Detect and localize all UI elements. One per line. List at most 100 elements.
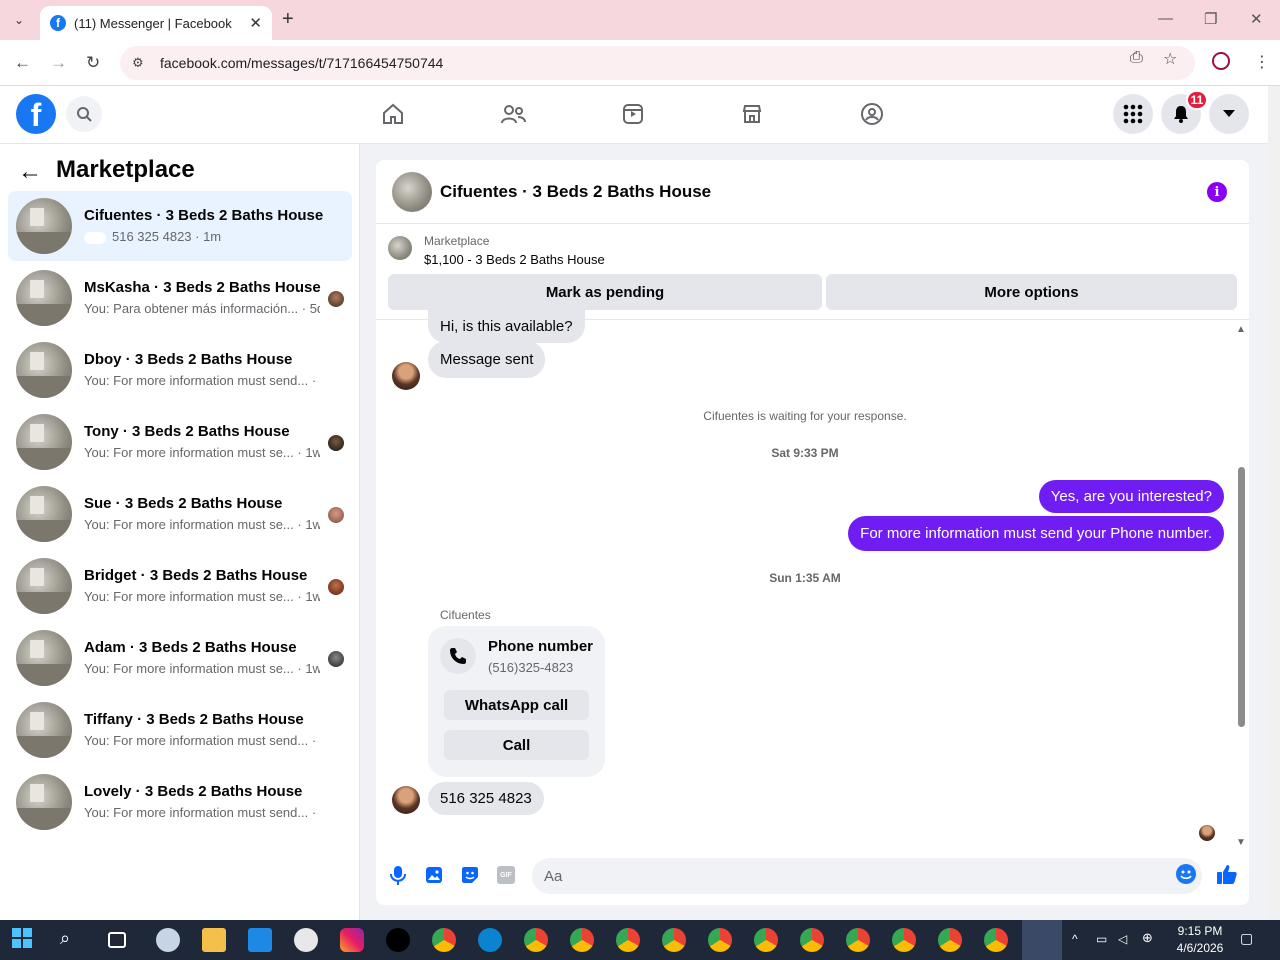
chat-listing-thumbnail[interactable]: [392, 172, 432, 212]
microphone-icon[interactable]: [387, 864, 409, 886]
site-info-icon[interactable]: ⚙: [132, 55, 150, 71]
back-arrow-icon[interactable]: ←: [18, 158, 42, 186]
listing-thumbnail: [16, 558, 72, 614]
mark-as-pending-button[interactable]: Mark as pending: [388, 274, 822, 310]
groups-icon[interactable]: [858, 100, 886, 128]
whatsapp-call-button[interactable]: WhatsApp call: [444, 690, 589, 720]
conversation-item[interactable]: Adam · 3 Beds 2 Baths House You: For mor…: [8, 623, 352, 693]
contact-avatar[interactable]: [392, 786, 420, 814]
taskbar-clock[interactable]: 9:15 PM 4/6/2026: [1166, 923, 1234, 957]
network-icon[interactable]: ▭: [1096, 932, 1120, 956]
call-button[interactable]: Call: [444, 730, 589, 760]
conversation-item[interactable]: MsKasha · 3 Beds 2 Baths House You: Para…: [8, 263, 352, 333]
chrome-icon[interactable]: [892, 928, 916, 952]
conversation-preview: You: For more information must send... ·…: [84, 373, 320, 388]
chrome-icon[interactable]: [754, 928, 778, 952]
more-options-button[interactable]: More options: [826, 274, 1237, 310]
emoji-icon[interactable]: [1176, 864, 1196, 884]
photo-icon[interactable]: [423, 864, 445, 886]
conversation-preview: You: Para obtener más información... · 5…: [84, 301, 320, 316]
info-icon[interactable]: i: [1207, 182, 1227, 202]
incoming-message: Message sent: [428, 341, 546, 378]
bookmark-star-icon[interactable]: ☆: [1163, 49, 1177, 69]
chrome-icon[interactable]: [616, 928, 640, 952]
chrome-icon[interactable]: [662, 928, 686, 952]
forward-icon[interactable]: →: [50, 53, 67, 73]
scroll-down-icon[interactable]: ▼: [1236, 837, 1246, 848]
active-app-icon[interactable]: [1022, 920, 1062, 960]
scroll-up-icon[interactable]: ▲: [1236, 324, 1246, 335]
tiktok-icon[interactable]: [386, 928, 410, 952]
like-thumbs-up-icon[interactable]: [1215, 862, 1239, 886]
conversation-item[interactable]: Tony · 3 Beds 2 Baths House You: For mor…: [8, 407, 352, 477]
listing-title[interactable]: $1,100 - 3 Beds 2 Baths House: [424, 252, 605, 267]
file-explorer-icon[interactable]: [202, 928, 226, 952]
volume-icon[interactable]: ◁: [1118, 932, 1142, 956]
chrome-icon[interactable]: [938, 928, 962, 952]
video-icon[interactable]: [619, 100, 647, 128]
edge-icon[interactable]: [478, 928, 502, 952]
conversation-item[interactable]: Lovely · 3 Beds 2 Baths House You: For m…: [8, 767, 352, 837]
page-scrollbar[interactable]: [1268, 86, 1280, 920]
app-icon[interactable]: [156, 928, 180, 952]
chrome-icon[interactable]: [984, 928, 1008, 952]
close-window-icon[interactable]: ✕: [1250, 10, 1263, 28]
conversation-item[interactable]: Bridget · 3 Beds 2 Baths House You: For …: [8, 551, 352, 621]
start-icon[interactable]: [12, 928, 36, 952]
message-input[interactable]: Aa: [532, 858, 1202, 894]
windows-taskbar: ⌕ ^ ▭ ◁ ⊕ 9:15 PM 4/6/2026 ▢: [0, 920, 1280, 960]
chrome-icon[interactable]: [432, 928, 456, 952]
sticker-icon[interactable]: [459, 864, 481, 886]
chrome-icon[interactable]: [570, 928, 594, 952]
chrome-icon[interactable]: [524, 928, 548, 952]
search-icon[interactable]: ⌕: [60, 928, 84, 952]
browser-menu-icon[interactable]: ⋮: [1254, 52, 1270, 72]
facebook-logo-icon[interactable]: f: [16, 94, 56, 134]
menu-grid-icon[interactable]: [1113, 94, 1153, 134]
gif-icon[interactable]: GIF: [495, 864, 517, 886]
address-bar[interactable]: ⚙ facebook.com/messages/t/71716645475074…: [120, 46, 1195, 80]
back-icon[interactable]: ←: [14, 53, 31, 73]
new-tab-icon[interactable]: +: [282, 8, 294, 31]
conversation-item[interactable]: Sue · 3 Beds 2 Baths House You: For more…: [8, 479, 352, 549]
conversation-name: Bridget · 3 Beds 2 Baths House: [84, 567, 308, 584]
friends-icon[interactable]: [499, 100, 527, 128]
store-icon[interactable]: [248, 928, 272, 952]
chrome-icon[interactable]: [708, 928, 732, 952]
home-icon[interactable]: [379, 100, 407, 128]
chrome-profile-icon[interactable]: [294, 928, 318, 952]
task-view-icon[interactable]: [108, 932, 126, 948]
conversation-item[interactable]: Cifuentes · 3 Beds 2 Baths House 516 325…: [8, 191, 352, 261]
search-icon[interactable]: [66, 96, 102, 132]
chrome-icon[interactable]: [846, 928, 870, 952]
language-globe-icon[interactable]: ⊕: [1142, 930, 1166, 954]
marketplace-icon[interactable]: [738, 100, 766, 128]
profile-icon[interactable]: [1212, 52, 1230, 70]
conversation-item[interactable]: Dboy · 3 Beds 2 Baths House You: For mor…: [8, 335, 352, 405]
card-phone-number: (516)325-4823: [488, 660, 574, 675]
close-tab-icon[interactable]: ✕: [249, 14, 262, 32]
conversation-item[interactable]: Tiffany · 3 Beds 2 Baths House You: For …: [8, 695, 352, 765]
minimize-icon[interactable]: —: [1158, 10, 1173, 27]
account-chevron-icon[interactable]: [1209, 94, 1249, 134]
contact-avatar[interactable]: [392, 362, 420, 390]
listing-thumbnail: [16, 270, 72, 326]
restore-icon[interactable]: ❐: [1204, 10, 1217, 28]
tray-chevron-icon[interactable]: ^: [1072, 932, 1096, 956]
seen-avatar: [328, 507, 344, 523]
install-app-icon[interactable]: ⎙: [1130, 49, 1143, 67]
chat-scrollbar[interactable]: ▲ ▼: [1235, 322, 1249, 852]
chat-header: Cifuentes · 3 Beds 2 Baths House i: [376, 160, 1249, 224]
chrome-icon[interactable]: [800, 928, 824, 952]
tab-search-chevron-icon[interactable]: ⌄: [6, 8, 32, 32]
notification-center-icon[interactable]: ▢: [1240, 930, 1264, 954]
scroll-thumb[interactable]: [1238, 467, 1245, 727]
browser-tab[interactable]: f (11) Messenger | Facebook ✕: [40, 6, 272, 40]
chat-title[interactable]: Cifuentes · 3 Beds 2 Baths House: [440, 182, 711, 202]
instagram-icon[interactable]: [340, 928, 364, 952]
listing-source: Marketplace: [424, 234, 490, 248]
reload-icon[interactable]: ↻: [86, 53, 100, 73]
clock-time: 9:15 PM: [1177, 924, 1223, 938]
listing-thumbnail: [16, 414, 72, 470]
listing-thumbnail: [16, 702, 72, 758]
